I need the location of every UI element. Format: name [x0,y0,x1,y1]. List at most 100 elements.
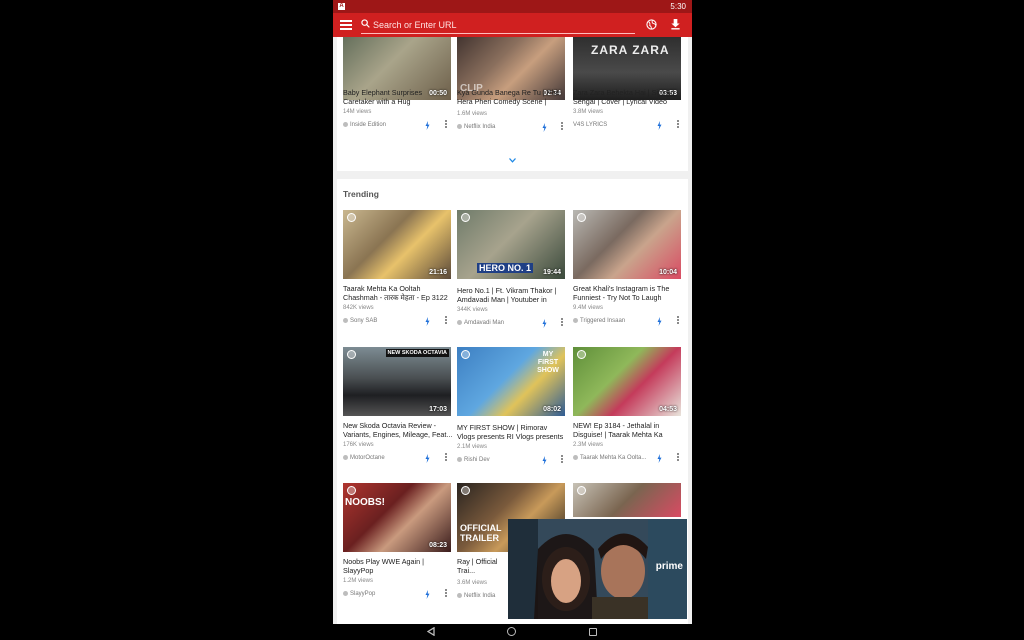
video-title[interactable]: NEW! Ep 3184 - Jethalal in Disguise! | T… [573,421,683,439]
thumbnail-text: OFFICIAL TRAILER [460,523,502,543]
video-views: 2.1M views [457,444,488,450]
video-thumbnail[interactable] [573,483,681,517]
verified-icon [457,457,462,462]
lightning-icon[interactable] [425,121,430,130]
more-options-icon[interactable] [445,316,448,325]
select-checkbox[interactable] [577,350,586,359]
video-views: 1.6M views [457,111,488,117]
lightning-icon[interactable] [657,454,662,463]
chevron-down-icon[interactable] [509,158,516,163]
video-thumbnail[interactable]: NOOBS! 08:23 [343,483,451,552]
video-title[interactable]: Zara Zara Behekta Hai | Simran Sehgal | … [573,88,683,106]
video-channel[interactable]: Netflix India [457,593,495,599]
video-duration: 21:16 [429,269,447,276]
video-channel[interactable]: SlayyPop [343,591,375,597]
select-checkbox[interactable] [461,213,470,222]
more-options-icon[interactable] [561,122,564,131]
select-checkbox[interactable] [461,350,470,359]
lightning-icon[interactable] [542,123,547,132]
video-views: 14M views [343,109,372,115]
verified-icon [457,320,462,325]
video-views: 842K views [343,305,374,311]
select-checkbox[interactable] [461,486,470,495]
video-title[interactable]: Kya Gunda Banega Re Tu | Phir Hera Pheri… [457,88,567,106]
video-channel[interactable]: MotorOctane [343,455,385,461]
channel-name: Netflix India [464,593,496,599]
video-thumbnail[interactable]: HERO NO. 1 19:44 [457,210,565,279]
verified-icon [457,593,462,598]
select-checkbox[interactable] [347,486,356,495]
globe-icon[interactable] [646,19,657,30]
video-channel[interactable]: Amdavadi Man [457,320,504,326]
hamburger-menu-icon[interactable] [340,20,352,30]
video-views: 344K views [457,307,488,313]
video-title[interactable]: Great Khali's Instagram is The Funniest … [573,284,683,302]
video-title[interactable]: Hero No.1 | Ft. Vikram Thakor | Amdavadi… [457,286,567,304]
video-thumbnail[interactable]: 10:04 [573,210,681,279]
video-channel[interactable]: Netflix India [457,124,495,130]
download-icon[interactable] [670,18,681,30]
select-checkbox[interactable] [577,213,586,222]
video-thumbnail[interactable]: NEW SKODA OCTAVIA 17:03 [343,347,451,416]
video-channel[interactable]: Rishi Dev [457,457,490,463]
video-title[interactable]: Noobs Play WWE Again | SlayyPop [343,557,453,575]
channel-name: MotorOctane [350,455,385,461]
select-checkbox[interactable] [347,350,356,359]
clock: 5:30 [670,2,686,11]
video-duration: 10:04 [659,269,677,276]
video-channel: V4S LYRICS [573,122,607,128]
video-channel[interactable]: Triggered Insaan [573,318,625,324]
channel-name[interactable]: V4S LYRICS [573,122,607,128]
lightning-icon[interactable] [425,317,430,326]
search-input[interactable] [373,17,623,32]
video-duration: 08:23 [429,542,447,549]
recent-apps-icon[interactable] [589,628,597,636]
video-title[interactable]: Ray | Official Trai... Bajpayee, Ali Faz… [457,557,509,575]
video-title[interactable]: New Skoda Octavia Review - Variants, Eng… [343,421,453,439]
lightning-icon[interactable] [657,317,662,326]
channel-name: Triggered Insaan [580,318,626,324]
lightning-icon[interactable] [542,456,547,465]
more-options-icon[interactable] [445,453,448,462]
video-title[interactable]: Taarak Mehta Ka Ooltah Chashmah - तारक म… [343,284,453,302]
app-bar [333,13,692,37]
more-options-icon[interactable] [677,453,680,462]
verified-icon [573,455,578,460]
video-channel[interactable]: Sony SAB [343,318,377,324]
video-thumbnail[interactable]: 04:53 [573,347,681,416]
more-options-icon[interactable] [561,318,564,327]
video-thumbnail[interactable]: 21:16 [343,210,451,279]
more-options-icon[interactable] [445,589,448,598]
section-title: Trending [343,189,379,199]
video-duration: 04:53 [659,406,677,413]
channel-name: Rishi Dev [464,457,490,463]
select-checkbox[interactable] [577,486,586,495]
lightning-icon[interactable] [425,590,430,599]
thumbnail-text: NEW SKODA OCTAVIA [385,349,449,357]
more-options-icon[interactable] [561,455,564,464]
video-channel[interactable]: Taarak Mehta Ka Oolta... [573,455,646,461]
video-channel[interactable]: Inside Edition [343,122,386,128]
video-views: 9.4M views [573,305,604,311]
verified-icon [343,455,348,460]
more-options-icon[interactable] [677,316,680,325]
more-options-icon[interactable] [445,120,448,129]
status-bar: A 5:30 [333,0,692,13]
video-title[interactable]: Baby Elephant Surprises Caretaker with a… [343,88,453,106]
video-views: 3.8M views [573,109,604,115]
lightning-icon[interactable] [542,319,547,328]
search-bar[interactable] [361,17,635,34]
video-title[interactable]: MY FIRST SHOW | Rimorav Vlogs presents R… [457,423,567,441]
home-icon[interactable] [507,627,516,636]
more-options-icon[interactable] [677,120,680,129]
picture-in-picture-player[interactable]: prime [508,519,687,619]
back-icon[interactable] [427,627,435,636]
thumbnail-text: ZARA ZARA [591,43,670,57]
select-checkbox[interactable] [347,213,356,222]
video-duration: 08:02 [543,406,561,413]
channel-name: Inside Edition [350,122,387,128]
lightning-icon[interactable] [425,454,430,463]
video-thumbnail[interactable]: MY FIRST SHOW 08:02 [457,347,565,416]
navigation-bar [333,624,692,640]
lightning-icon[interactable] [657,121,662,130]
